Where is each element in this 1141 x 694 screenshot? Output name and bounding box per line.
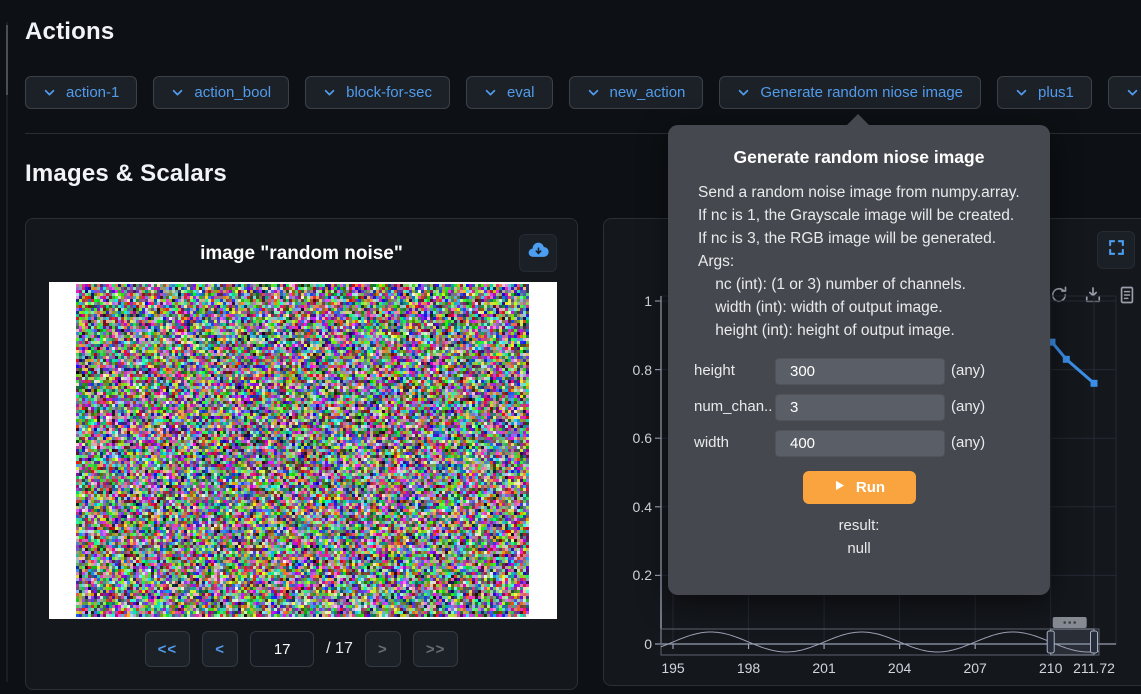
action-button-action-bool[interactable]: action_bool: [153, 76, 289, 109]
action-popup: Generate random niose image Send a rando…: [668, 125, 1050, 595]
x-axis-tick-label: 211.72: [1066, 660, 1122, 676]
popup-field-row: num_chan... (any): [668, 394, 1050, 421]
chevron-down-icon: [171, 86, 184, 99]
actions-heading: Actions: [25, 18, 114, 46]
popup-description-line: If nc is 1, the Grayscale image will be …: [698, 204, 1032, 227]
action-button-action-1[interactable]: action-1: [25, 76, 137, 109]
x-axis-tick-label: 201: [796, 660, 852, 676]
actions-row: action-1 action_bool block-for-sec eval new_…: [25, 76, 1141, 109]
series-line: [1052, 342, 1094, 383]
action-button-block-for-sec[interactable]: block-for-sec: [305, 76, 450, 109]
y-axis-tick-label: 0.6: [608, 430, 652, 446]
x-axis-tick-label: 195: [645, 660, 701, 676]
action-button-partial[interactable]: [1108, 76, 1141, 109]
image-card: image "random noise" << < / 17 > >>: [25, 218, 578, 690]
rangeslider-handle-left[interactable]: [1047, 631, 1054, 653]
action-button-new-action[interactable]: new_action: [569, 76, 704, 109]
download-image-button[interactable]: [519, 234, 557, 272]
chevron-down-icon: [43, 86, 56, 99]
y-axis-tick-label: 0.2: [608, 567, 652, 583]
popup-description-line: width (int): width of output image.: [698, 296, 1032, 319]
y-axis-tick-label: 0.4: [608, 499, 652, 515]
next-page-button[interactable]: >: [365, 631, 401, 667]
field-label: height: [694, 362, 772, 379]
random-noise-image: [76, 284, 529, 617]
chevron-down-icon: [1015, 86, 1028, 99]
x-axis-tick-label: 204: [872, 660, 928, 676]
popup-field-row: height (any): [668, 358, 1050, 385]
popup-field-row: width (any): [668, 430, 1050, 457]
y-axis-tick-label: 0: [608, 636, 652, 652]
field-label: num_chan...: [694, 398, 772, 415]
run-button-label: Run: [856, 479, 885, 496]
rangeslider-handle-right[interactable]: [1091, 631, 1098, 653]
result-label: result:: [668, 517, 1050, 534]
scrollbar-thumb[interactable]: [6, 25, 8, 95]
page-number-input[interactable]: [250, 631, 314, 667]
images-scalars-heading: Images & Scalars: [25, 160, 227, 188]
action-button-label: plus1: [1038, 84, 1074, 101]
x-axis-tick-label: 198: [721, 660, 777, 676]
field-input-width[interactable]: [775, 430, 945, 457]
play-icon: [833, 479, 846, 496]
action-button-label: Generate random niose image: [760, 84, 963, 101]
cloud-download-icon: [527, 239, 550, 267]
first-page-button[interactable]: <<: [145, 631, 191, 667]
run-button[interactable]: Run: [803, 471, 916, 504]
action-button-label: block-for-sec: [346, 84, 432, 101]
action-button-label: eval: [507, 84, 535, 101]
rangeslider-wave: [661, 632, 1099, 652]
grip-dot: [1068, 621, 1071, 624]
result-value: null: [668, 540, 1050, 557]
action-button-label: new_action: [610, 84, 686, 101]
field-input-height[interactable]: [775, 358, 945, 385]
popup-form: height (any) num_chan... (any) width (any): [668, 358, 1050, 457]
field-type-hint: (any): [951, 398, 985, 415]
prev-page-button[interactable]: <: [202, 631, 238, 667]
chevron-down-icon: [484, 86, 497, 99]
action-button-plus1[interactable]: plus1: [997, 76, 1092, 109]
field-input-num_chan[interactable]: [775, 394, 945, 421]
y-axis-tick-label: 0.8: [608, 362, 652, 378]
popup-description-line: If nc is 3, the RGB image will be genera…: [698, 227, 1032, 250]
scrollbar-track[interactable]: [6, 22, 8, 682]
page-total-label: / 17: [326, 640, 353, 658]
action-button-eval[interactable]: eval: [466, 76, 553, 109]
image-card-title: image "random noise": [26, 243, 577, 265]
rangeslider-window[interactable]: [1051, 629, 1094, 655]
popup-description-line: height (int): height of output image.: [698, 319, 1032, 342]
field-type-hint: (any): [951, 362, 985, 379]
y-axis-tick-label: 1: [608, 293, 652, 309]
series-marker: [1063, 356, 1070, 363]
grip-dot: [1073, 621, 1076, 624]
noise-image-frame: [49, 282, 557, 619]
popup-description-line: nc (int): (1 or 3) number of channels.: [698, 273, 1032, 296]
action-button-label: action-1: [66, 84, 119, 101]
series-marker: [1091, 380, 1098, 387]
action-button-generate-random-niose-image[interactable]: Generate random niose image: [719, 76, 981, 109]
chevron-down-icon: [1126, 86, 1139, 99]
image-pagination: << < / 17 > >>: [26, 631, 577, 667]
chevron-down-icon: [587, 86, 600, 99]
field-label: width: [694, 434, 772, 451]
popup-title: Generate random niose image: [668, 147, 1050, 168]
last-page-button[interactable]: >>: [413, 631, 459, 667]
x-axis-tick-label: 207: [947, 660, 1003, 676]
action-button-label: action_bool: [194, 84, 271, 101]
popup-description-line: Args:: [698, 250, 1032, 273]
grip-dot: [1063, 621, 1066, 624]
popup-arrow: [846, 114, 870, 126]
field-type-hint: (any): [951, 434, 985, 451]
popup-description-line: Send a random noise image from numpy.arr…: [698, 181, 1032, 204]
popup-description: Send a random noise image from numpy.arr…: [698, 181, 1032, 342]
chevron-down-icon: [737, 86, 750, 99]
chevron-down-icon: [323, 86, 336, 99]
